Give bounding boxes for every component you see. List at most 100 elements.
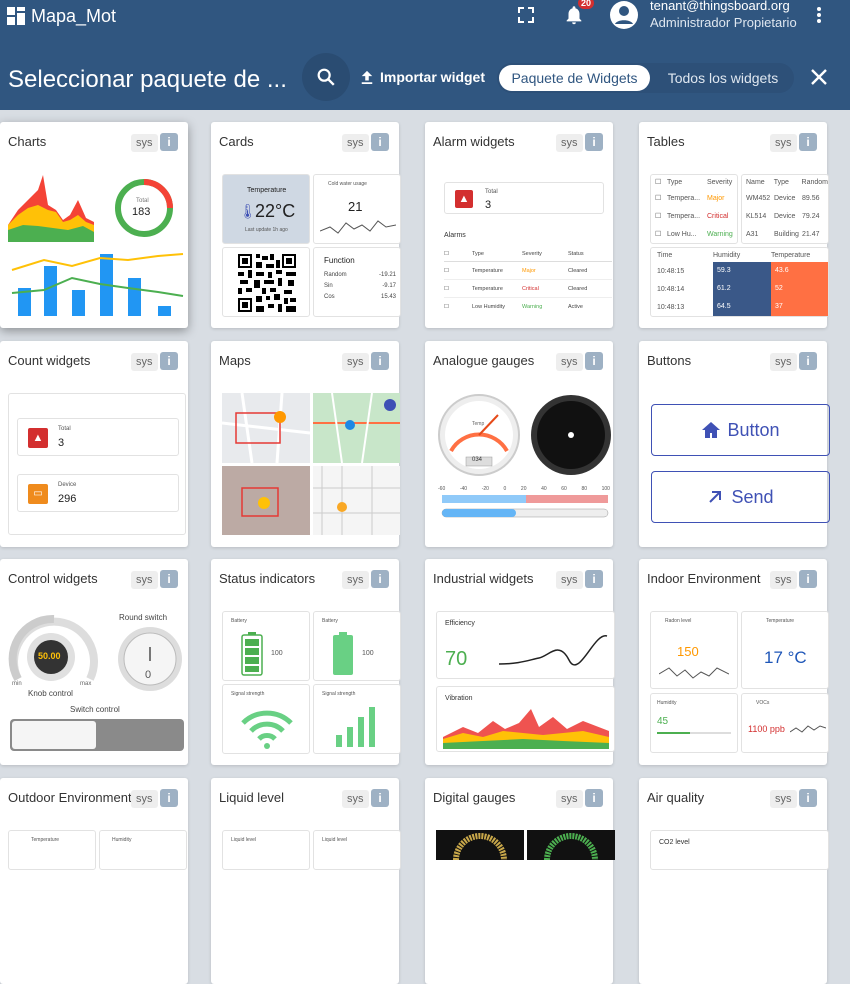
info-icon[interactable]: i [799, 352, 817, 370]
bundle-card-tables[interactable]: Tables sys i ☐ Type Severity ☐ Tempera... Ma… [639, 122, 829, 328]
alarms-table-title: Alarms [444, 232, 466, 239]
efficiency-card: Efficiency 70 [436, 611, 615, 679]
table-severity: ☐ Type Severity ☐ Tempera... Major ☐ Tempera.… [650, 174, 738, 244]
radon-card: Radon level 150 [650, 611, 738, 689]
card-title: Liquid level [219, 790, 285, 805]
battery-label: Battery [322, 618, 338, 624]
fullscreen-icon[interactable] [517, 6, 535, 24]
digital-gauge-2 [527, 830, 615, 860]
vibration-label: Vibration [445, 695, 473, 702]
temp-label: Temperature [247, 187, 287, 194]
info-icon[interactable]: i [585, 789, 603, 807]
humidity-bar [657, 732, 731, 734]
bundle-card-control-widgets[interactable]: Control widgets sys i 50.00 min max Knob… [0, 559, 188, 765]
signal-card-2: Signal strength [313, 684, 401, 754]
battery-value: 100 [362, 650, 374, 657]
function-row: Random -19.21 [324, 272, 396, 278]
radon-label: Radon level [665, 618, 692, 624]
maps-preview [221, 392, 401, 537]
humidity-label: Humidity [657, 700, 677, 706]
toggle-bundles[interactable]: Paquete de Widgets [499, 65, 650, 91]
more-vert-icon[interactable] [810, 4, 828, 26]
bundle-card-count-widgets[interactable]: Count widgets sys i ▲ Total 3 ▭ Device 2… [0, 341, 188, 547]
card-title: Cards [219, 134, 254, 149]
table-entities: Name Type Random WM452 Device 89.56 KL514 Dev… [741, 174, 829, 244]
card-title: Analogue gauges [433, 353, 535, 368]
info-icon[interactable]: i [160, 133, 178, 151]
bundle-card-air-quality[interactable]: Air quality sys i CO2 level [639, 778, 829, 984]
info-icon[interactable]: i [160, 789, 178, 807]
bundle-card-alarm-widgets[interactable]: Alarm widgets sys i ▲ Total 3 Alarms ☐ Ty… [425, 122, 613, 328]
cold-label: Cold water usage [328, 181, 367, 187]
sys-badge: sys [131, 134, 158, 152]
bundle-card-analogue-gauges[interactable]: Analogue gauges sys i Temp 034 -60 -40 -20… [425, 341, 613, 547]
user-role: Administrador Propietario [650, 15, 797, 30]
bundle-card-charts[interactable]: Charts sys i Total 183 [0, 122, 188, 328]
info-icon[interactable]: i [371, 789, 389, 807]
upload-icon [361, 70, 373, 84]
liquid-label: Liquid level [322, 837, 348, 843]
bundle-card-digital-gauges[interactable]: Digital gauges sys i [425, 778, 615, 984]
dashboard-icon[interactable] [7, 7, 25, 25]
table-row[interactable]: ☐ Temperature Critical Cleared [444, 280, 612, 298]
count-device: ▭ Device 296 [17, 474, 179, 512]
import-widget-button[interactable]: Importar widget [360, 69, 485, 85]
import-label: Importar widget [380, 69, 486, 85]
radon-value: 150 [677, 644, 699, 659]
search-button[interactable] [302, 53, 350, 101]
radon-sparkline [659, 667, 729, 679]
info-icon[interactable]: i [160, 352, 178, 370]
bundle-card-outdoor-environment[interactable]: Outdoor Environment sys i Temperature Hu… [0, 778, 188, 984]
button-label: Button [727, 419, 780, 440]
info-icon[interactable]: i [585, 133, 603, 151]
bundle-card-liquid-level[interactable]: Liquid level sys i Liquid level Liquid l… [211, 778, 401, 984]
liquid-card-2: Liquid level [313, 830, 401, 870]
toggle-all-widgets[interactable]: Todos los widgets [657, 65, 789, 91]
qr-code-icon [238, 254, 296, 312]
tables-preview: ☐ Type Severity ☐ Tempera... Major ☐ Tempera.… [650, 174, 829, 318]
info-icon[interactable]: i [585, 570, 603, 588]
info-icon[interactable]: i [160, 570, 178, 588]
info-icon[interactable]: i [371, 352, 389, 370]
info-icon[interactable]: i [799, 133, 817, 151]
bundle-card-buttons[interactable]: Buttons sys i Button Send [639, 341, 830, 547]
search-icon [317, 68, 335, 86]
top-toolbar: Mapa_Mot 20 tenant@thingsboard.org Admin… [0, 0, 850, 32]
info-icon[interactable]: i [799, 570, 817, 588]
bundle-card-maps[interactable]: Maps sys i [211, 341, 401, 547]
card-title: Count widgets [8, 353, 91, 368]
bundle-card-status-indicators[interactable]: Status indicators sys i Battery 100 Batt… [211, 559, 401, 765]
bundle-card-cards[interactable]: Cards sys i Temperature 🌡 22°C Last upda… [211, 122, 401, 328]
function-card: Function Random -19.21 Sin -9.17 Cos 15.43 [313, 247, 401, 317]
function-row: Sin -9.17 [324, 283, 396, 289]
sys-badge: sys [131, 353, 158, 371]
temp-value: 22°C [255, 201, 296, 221]
close-icon[interactable] [810, 68, 828, 86]
table-timeseries: Time Humidity Temperature 10:48:15 59.3 43.6… [650, 247, 829, 317]
home-icon [702, 422, 721, 438]
signal-label: Signal strength [322, 691, 356, 697]
cold-value: 21 [348, 199, 363, 214]
bundle-card-industrial-widgets[interactable]: Industrial widgets sys i Efficiency 70 V… [425, 559, 615, 765]
card-title: Tables [647, 134, 685, 149]
info-icon[interactable]: i [371, 133, 389, 151]
battery-label: Battery [231, 618, 247, 624]
info-icon[interactable]: i [585, 352, 603, 370]
warning-icon: ▲ [455, 190, 473, 208]
info-icon[interactable]: i [371, 570, 389, 588]
send-label: Send [731, 486, 774, 507]
preview-send-button: Send [651, 471, 830, 523]
user-email: tenant@thingsboard.org [650, 0, 790, 13]
signal-bars-icon [336, 707, 375, 747]
bundle-card-indoor-environment[interactable]: Indoor Environment sys i Radon level 150… [639, 559, 829, 765]
table-row[interactable]: ☐ Temperature Major Cleared [444, 262, 612, 280]
info-icon[interactable]: i [799, 789, 817, 807]
table-row[interactable]: ☐ Low Humidity Warning Active [444, 298, 612, 316]
account-icon[interactable] [609, 0, 639, 30]
alarms-table: ☐ Type Severity Status ☐ Temperature Major Cle… [444, 246, 612, 316]
indoor-temp-card: Temperature 17 °C [741, 611, 829, 689]
knob-max: max [80, 681, 92, 687]
count-preview: ▲ Total 3 ▭ Device 296 [8, 393, 186, 535]
user-info[interactable]: tenant@thingsboard.org Administrador Pro… [650, 0, 797, 31]
count-total-label: Total [58, 426, 71, 432]
